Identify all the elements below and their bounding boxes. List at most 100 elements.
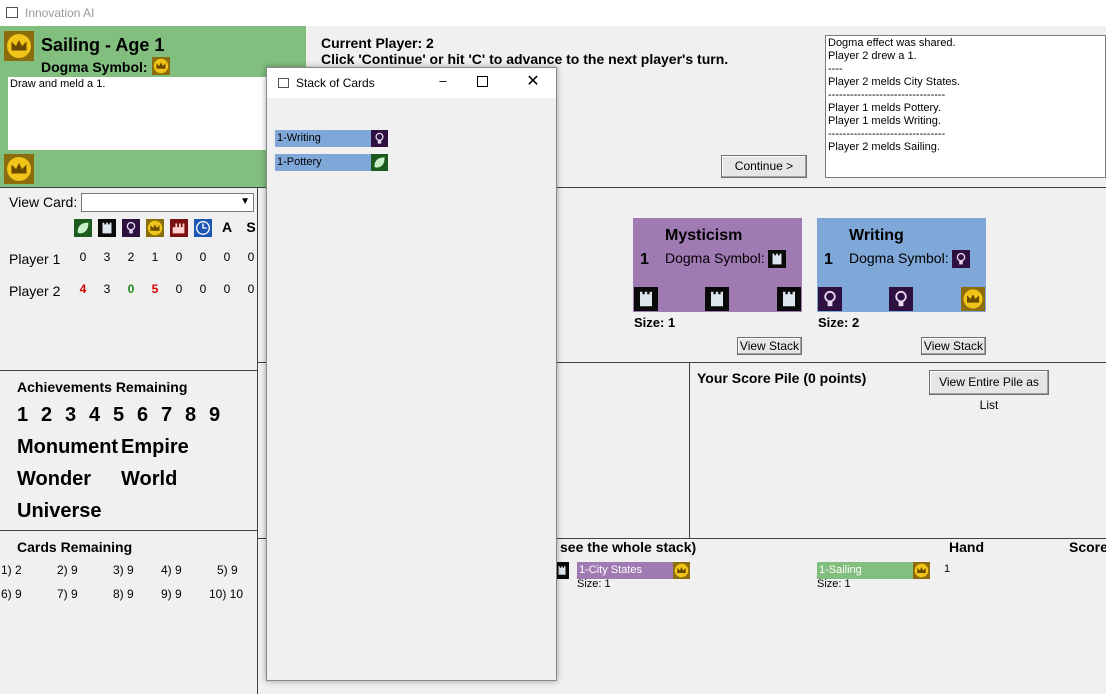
achievement-number: 5 <box>113 404 125 426</box>
board-card-blue-dogma: Dogma Symbol: <box>849 250 949 266</box>
active-card-dogma-label: Dogma Symbol: <box>41 59 148 75</box>
crown-icon <box>673 562 690 579</box>
log-line: Player 2 melds City States. <box>828 76 961 88</box>
dialog-titlebar[interactable]: Stack of Cards – ✕ <box>267 68 556 98</box>
log-line: Player 2 drew a 1. <box>828 50 917 62</box>
divider <box>0 370 258 371</box>
symbol-count: 2 <box>127 250 135 264</box>
castle-icon <box>555 562 569 579</box>
maximize-button[interactable] <box>477 76 488 87</box>
opponent-board-header: see the whole stack) <box>560 539 697 555</box>
active-card-text-box: Draw and meld a 1. <box>8 77 268 150</box>
symbol-count: 0 <box>175 250 183 264</box>
view-card-label: View Card: <box>9 194 78 210</box>
achievement-number: 8 <box>185 404 197 426</box>
crown-icon <box>961 287 985 311</box>
window-titlebar: Innovation AI <box>0 0 1106 26</box>
board-card-blue-name: Writing <box>849 227 904 244</box>
crown-icon <box>4 154 34 184</box>
achievement-wonder: Wonder <box>17 468 92 490</box>
symbol-count: 5 <box>151 282 159 296</box>
active-card-text: Draw and meld a 1. <box>10 78 106 90</box>
achievement-number: 2 <box>41 404 53 426</box>
window-title: Innovation AI <box>25 6 95 20</box>
cards-remaining-item: 3) 9 <box>113 563 134 577</box>
leaf-icon <box>371 154 388 171</box>
view-card-select[interactable]: ▼ <box>81 193 254 212</box>
player-label: Player 1 <box>9 251 61 267</box>
castle-icon <box>768 250 786 268</box>
opponent-green-card-name: 1-Sailing <box>819 564 862 576</box>
cards-remaining-item: 1) 2 <box>1 563 22 577</box>
view-stack-blue-button[interactable]: View Stack <box>921 337 986 355</box>
crown-icon <box>913 562 930 579</box>
symbol-count: 3 <box>103 282 111 296</box>
opponent-hand-count: 1 <box>944 563 951 575</box>
castle-icon <box>98 219 116 237</box>
minimize-button[interactable]: – <box>433 72 453 92</box>
achievements-title: Achievements Remaining <box>17 379 188 395</box>
hand-label: Hand <box>949 539 984 555</box>
lightbulb-icon <box>889 287 913 311</box>
factory-icon <box>170 219 188 237</box>
app-icon <box>278 78 289 88</box>
log-line: ---- <box>828 63 843 75</box>
castle-icon <box>777 287 801 311</box>
divider <box>257 188 258 694</box>
current-player: Current Player: 2 <box>321 35 434 51</box>
achievement-number: 4 <box>89 404 101 426</box>
achievement-number: 3 <box>65 404 77 426</box>
clock-icon <box>194 219 212 237</box>
symbol-count: 0 <box>175 282 183 296</box>
cards-remaining-item: 9) 9 <box>161 587 182 601</box>
opponent-purple-card-name: 1-City States <box>579 564 642 576</box>
board-card-blue-age: 1 <box>824 251 833 268</box>
stack-card-label: 1-Pottery <box>277 156 322 168</box>
achievement-empire: Empire <box>121 436 189 458</box>
symbol-count: 4 <box>79 282 87 296</box>
cards-remaining-item: 10) 10 <box>209 587 244 601</box>
view-stack-purple-button[interactable]: View Stack <box>737 337 802 355</box>
chevron-down-icon: ▼ <box>240 196 250 207</box>
continue-button[interactable]: Continue > <box>721 155 807 178</box>
view-pile-list-button[interactable]: View Entire Pile as List <box>929 370 1049 412</box>
divider <box>689 362 690 538</box>
symbol-count: 1 <box>151 250 159 264</box>
dialog-title: Stack of Cards <box>296 76 375 90</box>
symbol-count: 0 <box>199 250 207 264</box>
opponent-purple-size: Size: 1 <box>577 578 611 590</box>
achievement-number: 9 <box>209 404 221 426</box>
active-card-title: Sailing - Age 1 <box>41 35 165 55</box>
crown-icon <box>152 57 170 75</box>
cards-remaining-item: 7) 9 <box>57 587 78 601</box>
log-line: -------------------------------- <box>828 89 946 101</box>
score-pile-title: Your Score Pile (0 points) <box>697 370 867 386</box>
cards-remaining-item: 8) 9 <box>113 587 134 601</box>
log-line: Player 2 melds Sailing. <box>828 141 940 153</box>
close-button[interactable]: ✕ <box>522 71 544 93</box>
symbol-count: 0 <box>199 282 207 296</box>
leaf-icon <box>74 219 92 237</box>
log-line: Player 1 melds Writing. <box>828 115 941 127</box>
game-log[interactable]: Dogma effect was shared. Player 2 drew a … <box>825 35 1106 178</box>
achievement-world: World <box>121 468 178 490</box>
symbol-count: 0 <box>127 282 135 296</box>
lightbulb-icon <box>371 130 388 147</box>
score-label: Score <box>1069 539 1106 555</box>
stack-card-label: 1-Writing <box>277 132 321 144</box>
opponent-green-size: Size: 1 <box>817 578 851 590</box>
board-card-purple-age: 1 <box>640 251 649 268</box>
app-icon <box>6 7 18 18</box>
crown-icon <box>4 31 34 61</box>
log-line: Dogma effect was shared. <box>828 37 956 49</box>
board-card-purple-name: Mysticism <box>665 227 743 244</box>
lightbulb-icon <box>818 287 842 311</box>
column-header-a: A <box>221 219 233 235</box>
log-line: -------------------------------- <box>828 128 946 140</box>
stack-of-cards-dialog[interactable]: Stack of Cards – ✕ 1-Writing 1-Pottery <box>266 67 557 681</box>
lightbulb-icon <box>952 250 970 268</box>
achievement-number: 7 <box>161 404 173 426</box>
cards-remaining-item: 5) 9 <box>217 563 238 577</box>
instruction-text: Click 'Continue' or hit 'C' to advance t… <box>321 51 729 67</box>
board-card-blue-size: Size: 2 <box>818 315 860 330</box>
